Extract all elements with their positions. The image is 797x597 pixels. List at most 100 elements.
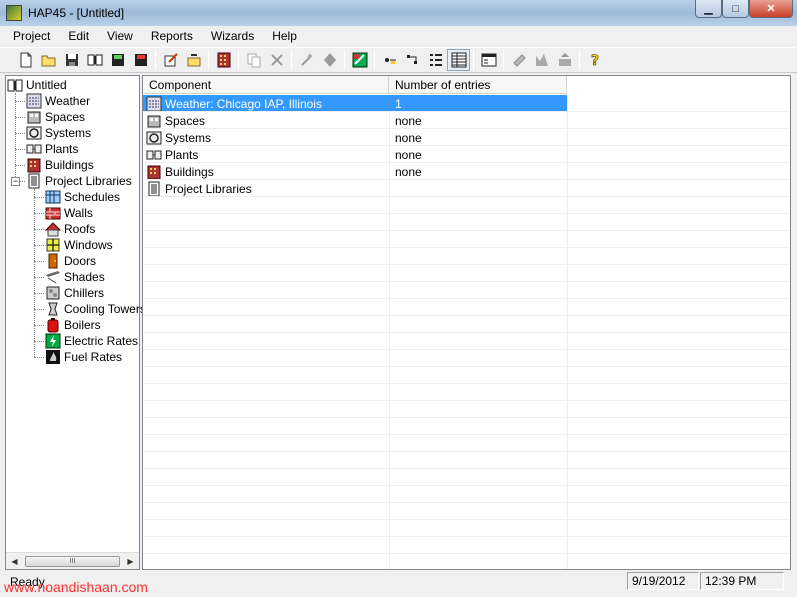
status-time: 12:39 PM: [700, 572, 784, 590]
tree-item-untitled[interactable]: Untitled: [7, 77, 67, 93]
row-gridline: [143, 213, 790, 214]
tree-connector: [15, 93, 16, 181]
new-item-button[interactable]: [182, 49, 205, 71]
save-button[interactable]: [60, 49, 83, 71]
report-button[interactable]: [477, 49, 500, 71]
menu-reports[interactable]: Reports: [142, 26, 202, 46]
save-red-button[interactable]: [129, 49, 152, 71]
menu-bar: Project Edit View Reports Wizards Help: [0, 26, 797, 46]
copy-icon: [246, 52, 262, 68]
tree-item-label: Chillers: [64, 286, 105, 300]
column-header-entries[interactable]: Number of entries: [389, 76, 567, 94]
list-view-button[interactable]: [424, 49, 447, 71]
delete-button[interactable]: [265, 49, 288, 71]
tree-item-windows[interactable]: Windows: [45, 237, 113, 253]
tree-item-spaces[interactable]: Spaces: [26, 109, 85, 125]
new-file-icon: [18, 52, 34, 68]
details-view-button[interactable]: [447, 49, 470, 71]
copy-button[interactable]: [242, 49, 265, 71]
row-gridline: [143, 145, 790, 146]
edit-properties-button[interactable]: [159, 49, 182, 71]
open-book-button[interactable]: [83, 49, 106, 71]
list-row[interactable]: Spaces none: [143, 112, 567, 129]
list-row[interactable]: Weather: Chicago IAP, Illinois 1: [143, 95, 567, 112]
menu-help[interactable]: Help: [263, 26, 306, 46]
list-header: Component Number of entries: [143, 76, 567, 94]
scroll-track[interactable]: III: [23, 554, 122, 569]
tree-item-plants[interactable]: Plants: [26, 141, 78, 157]
app-icon[interactable]: [6, 5, 22, 21]
wizard-button[interactable]: [295, 49, 318, 71]
list-row[interactable]: Project Libraries: [143, 180, 567, 197]
row-gridline: [143, 366, 790, 367]
menu-project[interactable]: Project: [4, 26, 59, 46]
row-gridline: [143, 230, 790, 231]
tree-item-roofs[interactable]: Roofs: [44, 221, 95, 237]
menu-wizards[interactable]: Wizards: [202, 26, 263, 46]
toolbar-separator: [374, 50, 375, 70]
tree-horizontal-scrollbar[interactable]: ◀ III ▶: [6, 552, 139, 569]
tree-item-chillers[interactable]: Chillers: [45, 285, 104, 301]
list-row[interactable]: Plants none: [143, 146, 567, 163]
save-icon: [64, 52, 80, 68]
column-header-component[interactable]: Component: [143, 76, 389, 94]
tree-connector: [34, 309, 44, 310]
row-gridline: [143, 281, 790, 282]
tree-item-systems[interactable]: Systems: [26, 125, 91, 141]
list-row[interactable]: Systems none: [143, 129, 567, 146]
collapse-icon[interactable]: −: [11, 177, 20, 186]
tree-connector: [34, 229, 44, 230]
tree-item-walls[interactable]: Walls: [45, 205, 93, 221]
tree-item-label: Buildings: [45, 158, 94, 172]
tree-item-boilers[interactable]: Boilers: [45, 317, 101, 333]
save-as-icon: [110, 52, 126, 68]
scroll-thumb[interactable]: III: [25, 555, 120, 567]
minimize-button[interactable]: ▁: [695, 0, 722, 18]
maximize-button[interactable]: □: [722, 0, 749, 18]
tree-item-project-libraries[interactable]: Project Libraries: [26, 173, 132, 189]
component-name: Spaces: [165, 113, 206, 128]
component-list[interactable]: Component Number of entries Weather: Chi…: [142, 75, 791, 570]
save-as-button[interactable]: [106, 49, 129, 71]
smalls-view-icon-button[interactable]: [401, 49, 424, 71]
larges-view-icon-button[interactable]: [378, 49, 401, 71]
tree-item-shades[interactable]: Shades: [45, 269, 105, 285]
menu-view[interactable]: View: [98, 26, 142, 46]
component-name: Plants: [165, 147, 199, 162]
help-button[interactable]: ?: [583, 49, 606, 71]
scroll-right-icon[interactable]: ▶: [122, 553, 139, 570]
row-gridline: [143, 536, 790, 537]
project-tree[interactable]: ◀ III ▶ Untitled Weather Spaces Systems Plan…: [5, 75, 146, 570]
list-row[interactable]: Buildings none: [143, 163, 567, 180]
menu-edit[interactable]: Edit: [59, 26, 98, 46]
duplicate-button[interactable]: [318, 49, 341, 71]
graph-button[interactable]: [530, 49, 553, 71]
tree-item-label: Systems: [45, 126, 92, 140]
tree-item-fuel-rates[interactable]: Fuel Rates: [45, 349, 122, 365]
calculate-button[interactable]: [348, 49, 371, 71]
scroll-left-icon[interactable]: ◀: [6, 553, 23, 570]
wizard-icon: [299, 52, 315, 68]
open-book-icon: [87, 52, 103, 68]
tree-connector: [15, 133, 25, 134]
component-cell: Plants: [143, 146, 389, 163]
open-folder-button[interactable]: [37, 49, 60, 71]
tree-item-electric-rates[interactable]: Electric Rates: [45, 333, 138, 349]
component-name: Buildings: [165, 164, 214, 179]
row-gridline: [143, 298, 790, 299]
tree-item-doors[interactable]: Doors: [45, 253, 96, 269]
print-button[interactable]: [507, 49, 530, 71]
tree-item-schedules[interactable]: Schedules: [45, 189, 120, 205]
tree-item-label: Walls: [64, 206, 93, 220]
fuel-rates-icon: [45, 349, 61, 365]
close-button[interactable]: ✕: [749, 0, 793, 18]
tree-item-cooling-towers[interactable]: Cooling Towers: [45, 301, 146, 317]
building-button[interactable]: [212, 49, 235, 71]
tree-item-weather[interactable]: Weather: [26, 93, 90, 109]
new-file-button[interactable]: [14, 49, 37, 71]
tree-item-buildings[interactable]: Buildings: [26, 157, 94, 173]
tree-connector: [34, 325, 44, 326]
export-button[interactable]: [553, 49, 576, 71]
toolbar-separator: [579, 50, 580, 70]
schedules-icon: [45, 189, 61, 205]
